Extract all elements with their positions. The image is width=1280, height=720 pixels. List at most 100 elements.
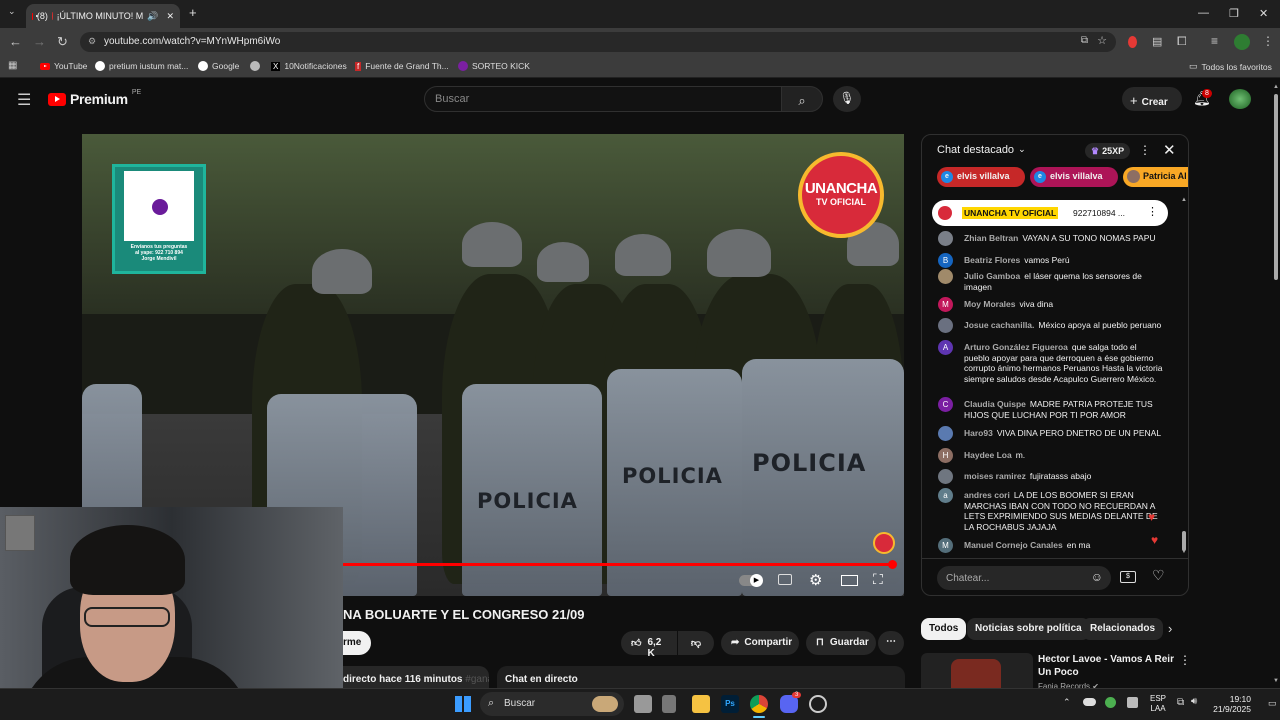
bookmark-youtube[interactable]: YouTube <box>40 61 87 71</box>
chat-avatar[interactable] <box>938 231 953 246</box>
chat-author[interactable]: Moy Morales <box>964 299 1016 309</box>
apps-grid-icon[interactable]: ▦ <box>8 60 17 71</box>
chat-avatar[interactable]: C <box>938 397 953 412</box>
filter-chip-related[interactable]: Relacionados <box>1082 618 1164 640</box>
bookmark-grand-theft[interactable]: f Fuente de Grand Th... <box>355 61 449 71</box>
chat-author[interactable]: Julio Gamboa <box>964 271 1020 281</box>
chat-avatar[interactable] <box>938 269 953 284</box>
create-button[interactable]: + Crear <box>1122 87 1182 111</box>
extension-red-icon[interactable] <box>1128 36 1137 48</box>
fullscreen-icon[interactable]: ⛶ <box>873 571 883 588</box>
bookmark-pretium[interactable]: pretium iustum mat... <box>95 61 188 71</box>
site-info-icon[interactable]: ⚙ <box>88 36 96 47</box>
progress-scrubber[interactable] <box>888 560 897 569</box>
browser-tab[interactable]: (8) ¡ÚLTIMO MINUTO! M 🔊 ✕ <box>26 4 180 28</box>
bookmark-globe[interactable] <box>250 61 260 71</box>
like-heart-icon[interactable]: ♡ <box>1152 567 1165 584</box>
search-input[interactable]: Buscar <box>424 86 782 112</box>
clock[interactable]: 19:10 21/9/2025 <box>1213 694 1251 714</box>
maximize-window-icon[interactable]: ❐ <box>1229 7 1239 20</box>
chat-avatar[interactable] <box>938 426 953 441</box>
chrome-icon[interactable] <box>750 695 768 713</box>
emoji-icon[interactable]: ☺ <box>1091 570 1103 584</box>
chat-author[interactable]: Josue cachanilla. <box>964 320 1034 330</box>
extension-card-icon[interactable]: ▤ <box>1152 35 1162 48</box>
minimize-window-icon[interactable]: — <box>1198 7 1209 19</box>
video-progress-bar[interactable] <box>341 563 893 566</box>
search-button[interactable]: ⌕ <box>781 86 823 112</box>
volume-icon[interactable]: 🔊︎ <box>1191 696 1197 707</box>
related-video-title[interactable]: Hector Lavoe - Vamos A Reir Un Poco <box>1038 653 1178 679</box>
tab-close-icon[interactable]: ✕ <box>166 11 174 22</box>
forward-icon[interactable]: → <box>33 34 46 49</box>
like-button[interactable]: 👍︎ 6,2 K <box>621 631 677 659</box>
taskbar-search[interactable]: ⌕ Buscar <box>480 692 624 716</box>
bookmark-star-icon[interactable]: ☆ <box>1097 34 1107 47</box>
start-windows-icon[interactable] <box>455 696 471 712</box>
chat-author[interactable]: andres cori <box>964 490 1010 500</box>
description-box[interactable]: directo hace 116 minutos #gana <box>343 666 489 690</box>
chat-message[interactable]: Claudia Quispe MADRE PATRIA PROTEJE TUS H… <box>964 399 1164 420</box>
filter-chip-politics[interactable]: Noticias sobre política <box>967 618 1090 640</box>
channel-watermark[interactable] <box>873 532 895 554</box>
audio-playing-icon[interactable]: 🔊 <box>147 11 158 22</box>
chat-avatar[interactable]: M <box>938 297 953 312</box>
account-avatar[interactable] <box>1229 89 1251 109</box>
more-actions-button[interactable]: ⋯ <box>878 631 904 655</box>
photoshop-icon[interactable]: Ps <box>721 695 739 713</box>
media-controls-icon[interactable]: ≡ <box>1211 34 1218 48</box>
install-app-icon[interactable]: ⧉ <box>1081 35 1088 46</box>
chat-avatar[interactable]: a <box>938 488 953 503</box>
pinned-message[interactable]: UNANCHA TV OFICIAL 922710894 ... ⋮ <box>932 200 1168 226</box>
theater-mode-icon[interactable] <box>841 575 858 586</box>
live-chat-panel-header[interactable]: Chat en directo <box>497 666 905 690</box>
onedrive-icon[interactable] <box>1083 698 1096 706</box>
xp-badge[interactable]: ♛ 25XP <box>1085 143 1131 159</box>
bookmark-sorteo-kick[interactable]: SORTEO KICK <box>458 61 530 71</box>
chat-author[interactable]: moises ramirez <box>964 471 1026 481</box>
notification-center-icon[interactable]: ▭ <box>1268 698 1277 709</box>
chat-chip-user[interactable]: e elvis villalva <box>937 167 1025 187</box>
page-scrollbar[interactable]: ▲ ▼ <box>1272 82 1280 688</box>
youtube-premium-logo[interactable]: Premium PE <box>48 89 141 107</box>
chat-more-icon[interactable]: ⋮ <box>1139 143 1151 157</box>
chat-message[interactable]: Zhian Beltran VAYAN A SU TONO NOMAS PAPU <box>964 233 1164 244</box>
bookmark-x-notificaciones[interactable]: X 10Notificaciones <box>271 61 347 71</box>
extensions-puzzle-icon[interactable]: ⧠ <box>1177 34 1187 49</box>
related-more-icon[interactable]: ⋮ <box>1179 653 1191 667</box>
chat-message[interactable]: Moy Morales viva dina <box>964 299 1164 310</box>
subscribe-button[interactable]: rme <box>343 631 371 655</box>
tray-app-icon[interactable] <box>1105 697 1116 708</box>
chat-avatar[interactable]: B <box>938 253 953 268</box>
chat-avatar[interactable]: H <box>938 448 953 463</box>
chat-author[interactable]: Beatriz Flores <box>964 255 1020 265</box>
tab-list-chevron-icon[interactable]: ⌄ <box>8 6 16 17</box>
chat-message[interactable]: Haydee Loa m. <box>964 450 1164 461</box>
pinned-more-icon[interactable]: ⋮ <box>1147 205 1158 218</box>
chat-close-icon[interactable]: ✕ <box>1163 141 1176 159</box>
file-explorer-icon[interactable] <box>692 695 710 713</box>
filter-chip-all[interactable]: Todos <box>921 618 967 640</box>
settings-gear-icon[interactable]: ⚙ <box>809 571 822 589</box>
share-button[interactable]: ➦ Compartir <box>721 631 799 655</box>
chat-message[interactable]: Beatriz Flores vamos Perú <box>964 255 1164 266</box>
dislike-button[interactable]: 👎︎ <box>678 631 714 655</box>
chat-scrollbar[interactable]: ▲ ▼ <box>1181 197 1187 557</box>
chat-avatar[interactable] <box>938 318 953 333</box>
voice-search-mic-icon[interactable]: 🎙 <box>833 86 861 112</box>
tray-chevron-icon[interactable]: ⌃ <box>1063 697 1071 708</box>
chat-chip-user[interactable]: e elvis villalva <box>1030 167 1118 187</box>
chat-input[interactable]: Chatear... ☺ <box>937 566 1111 590</box>
chat-message[interactable]: Arturo González Figueroa que salga todo e… <box>964 342 1164 384</box>
app-red-icon[interactable] <box>809 695 827 713</box>
back-icon[interactable]: ← <box>9 34 22 49</box>
autoplay-toggle[interactable]: ▶ <box>739 574 763 587</box>
chat-chip-user[interactable]: Patricia Al <box>1123 167 1188 187</box>
chat-author[interactable]: Zhian Beltran <box>964 233 1018 243</box>
subtitles-icon[interactable] <box>778 574 792 585</box>
chat-author[interactable]: Haro93 <box>964 428 993 438</box>
scroll-thumb[interactable] <box>1182 531 1186 551</box>
chat-message[interactable]: moises ramirez fujiratasss abajo <box>964 471 1164 482</box>
super-chat-icon[interactable]: $ <box>1120 571 1136 583</box>
task-view-icon[interactable] <box>634 695 652 713</box>
